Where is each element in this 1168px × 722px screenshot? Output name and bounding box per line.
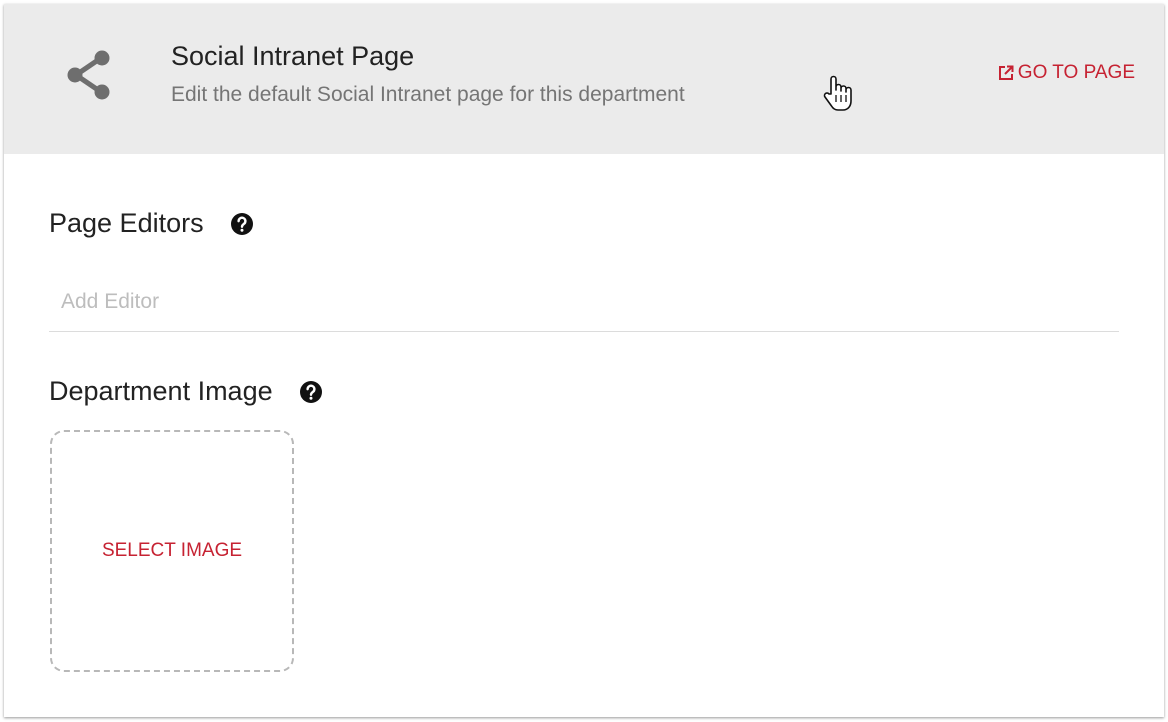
page-editors-title: Page Editors <box>49 208 204 238</box>
department-image-heading: Department Image <box>49 376 323 407</box>
help-circle-icon[interactable] <box>299 380 323 404</box>
page-editors-heading: Page Editors <box>49 208 254 239</box>
share-icon <box>67 50 110 100</box>
help-circle-icon[interactable] <box>230 212 254 236</box>
page-title: Social Intranet Page <box>171 41 415 71</box>
add-editor-input[interactable] <box>49 272 1119 332</box>
hand-cursor-icon <box>823 75 852 111</box>
settings-card: Social Intranet Page Edit the default So… <box>4 4 1164 717</box>
open-in-new-icon <box>998 65 1014 80</box>
department-image-title: Department Image <box>49 376 273 406</box>
card-header: Social Intranet Page Edit the default So… <box>4 4 1164 154</box>
select-image-dropzone[interactable]: SELECT IMAGE <box>50 430 294 672</box>
select-image-button[interactable]: SELECT IMAGE <box>102 540 242 562</box>
go-to-page-link[interactable]: GO TO PAGE <box>998 62 1135 84</box>
go-to-page-label: GO TO PAGE <box>1017 62 1135 83</box>
page-subtitle: Edit the default Social Intranet page fo… <box>171 83 685 106</box>
